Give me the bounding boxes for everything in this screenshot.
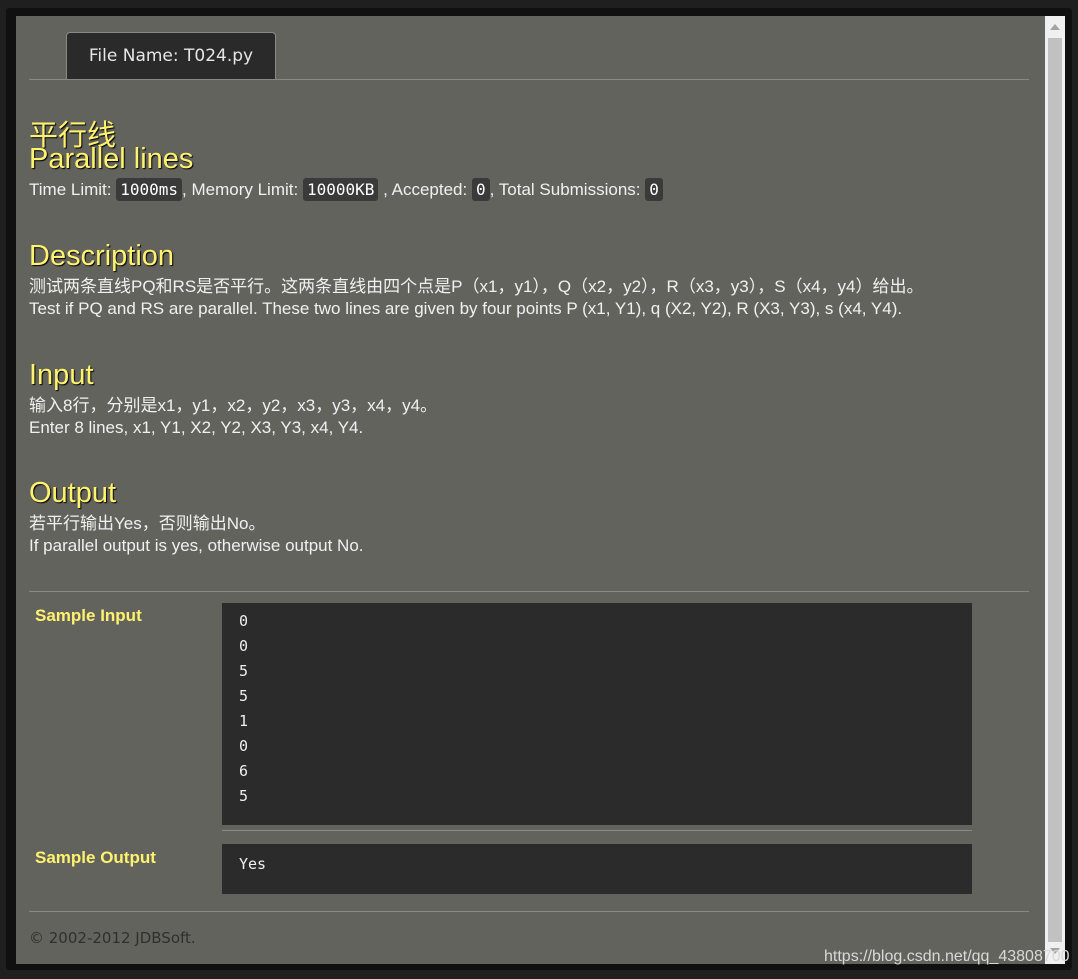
description-cn: 测试两条直线PQ和RS是否平行。这两条直线由四个点是P（x1，y1），Q（x2，…: [29, 277, 924, 296]
sample-input-line: 6: [239, 762, 249, 780]
output-en: If parallel output is yes, otherwise out…: [29, 536, 364, 555]
scroll-up-arrow-icon[interactable]: [1050, 24, 1060, 30]
input-heading: Input: [29, 359, 94, 391]
input-en: Enter 8 lines, x1, Y1, X2, Y2, X3, Y3, x…: [29, 418, 364, 437]
description-heading: Description: [29, 240, 175, 272]
accepted-label: , Accepted:: [383, 180, 468, 199]
tab-divider: [29, 79, 1029, 80]
sample-output-label: Sample Output: [35, 848, 156, 867]
sample-input-box: 0 0 5 5 1 0 6 5: [222, 603, 972, 825]
problem-page: File Name: T024.py 平行线 Parallel lines Ti…: [16, 16, 1045, 964]
sample-output-line: Yes: [239, 855, 267, 873]
footer-divider: [29, 911, 1029, 912]
sample-output-box: Yes: [222, 844, 972, 894]
time-limit-value: 1000ms: [116, 178, 183, 201]
problem-title-en: Parallel lines: [29, 143, 194, 175]
accepted-value: 0: [471, 178, 490, 201]
sample-input-line: 0: [239, 612, 249, 630]
sample-input-label: Sample Input: [35, 606, 142, 625]
total-submissions-label: , Total Submissions:: [489, 180, 641, 199]
sample-input-line: 0: [239, 637, 249, 655]
sample-input-line: 5: [239, 662, 249, 680]
output-cn: 若平行输出Yes，否则输出No。: [29, 514, 266, 533]
sample-input-line: 1: [239, 712, 249, 730]
scroll-thumb[interactable]: [1048, 38, 1062, 942]
sample-input-line: 0: [239, 737, 249, 755]
sample-divider: [222, 830, 972, 831]
problem-limits: Time Limit: 1000ms, Memory Limit: 10000K…: [29, 178, 663, 201]
memory-limit-value: 10000KB: [302, 178, 379, 201]
sample-input-line: 5: [239, 787, 249, 805]
time-limit-label: Time Limit:: [29, 180, 112, 199]
total-submissions-value: 0: [645, 178, 663, 201]
blog-watermark: https://blog.csdn.net/qq_43808700: [824, 948, 1070, 965]
vertical-scrollbar[interactable]: [1045, 16, 1065, 964]
sample-input-line: 5: [239, 687, 249, 705]
copyright-footer: © 2002-2012 JDBSoft.: [29, 929, 196, 947]
input-cn: 输入8行，分别是x1，y1，x2，y2，x3，y3，x4，y4。: [29, 396, 438, 415]
description-en: Test if PQ and RS are parallel. These tw…: [29, 299, 903, 318]
output-heading: Output: [29, 477, 117, 509]
section-divider: [29, 591, 1029, 592]
memory-limit-label: , Memory Limit:: [182, 180, 299, 199]
file-name-tab[interactable]: File Name: T024.py: [66, 32, 276, 79]
